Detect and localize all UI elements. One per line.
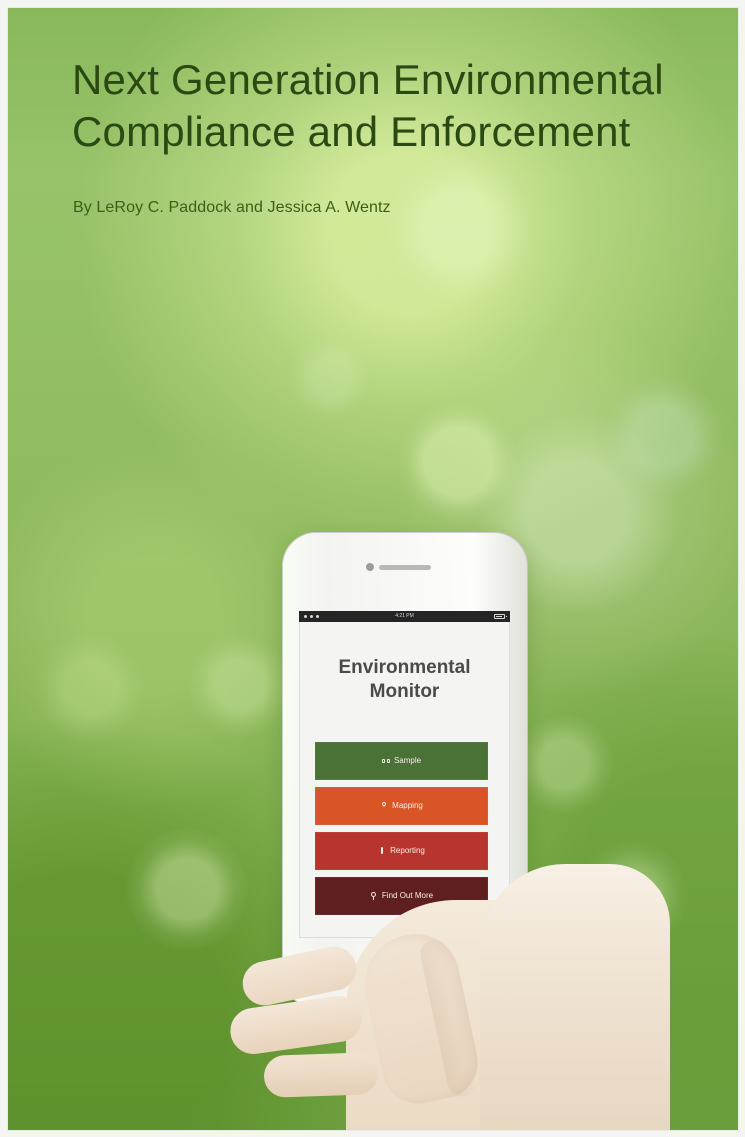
app-menu: Sample Mapping Reporting Find Out More [315,742,488,915]
sample-button[interactable]: Sample [315,742,488,780]
status-time: 4:21 PM [395,613,414,619]
info-icon [370,892,378,900]
status-bar: 4:21 PM [299,611,510,622]
battery-icon [494,614,507,619]
reporting-label: Reporting [390,846,425,855]
book-cover: Next Generation Environmental Compliance… [8,8,738,1130]
phone-screen: 4:21 PM Environmental Monitor Sample Map… [299,611,510,938]
finger [263,1052,379,1098]
speaker-icon [379,565,431,570]
reporting-button[interactable]: Reporting [315,832,488,870]
app-title: Environmental Monitor [338,657,471,702]
bokeh-light [34,632,146,744]
mapping-label: Mapping [392,801,423,810]
find-out-more-button[interactable]: Find Out More [315,877,488,915]
find-out-more-button-content: Find Out More [370,877,433,915]
author-line: By LeRoy C. Paddock and Jessica A. Wentz [73,199,391,216]
reporting-button-content: Reporting [378,832,425,870]
bokeh-light [578,840,688,950]
bokeh-light [604,377,722,495]
pin-icon [380,802,388,810]
mapping-button-content: Mapping [380,787,423,825]
bokeh-light [188,633,292,737]
find-out-more-label: Find Out More [381,891,434,900]
bokeh-light [288,336,372,420]
bokeh-light [384,154,534,304]
report-icon [378,847,386,855]
book-title: Next Generation Environmental Compliance… [72,56,664,155]
mapping-button[interactable]: Mapping [315,787,488,825]
binoculars-icon [381,757,390,765]
bokeh-light [514,714,614,814]
bokeh-light [126,828,248,950]
battery-indicator [494,611,507,622]
home-button[interactable] [381,970,419,1008]
camera-icon [366,563,374,571]
sample-button-content: Sample [381,742,422,780]
phone: 4:21 PM Environmental Monitor Sample Map… [282,532,528,1008]
sample-label: Sample [393,756,422,765]
bokeh-light [398,402,518,522]
